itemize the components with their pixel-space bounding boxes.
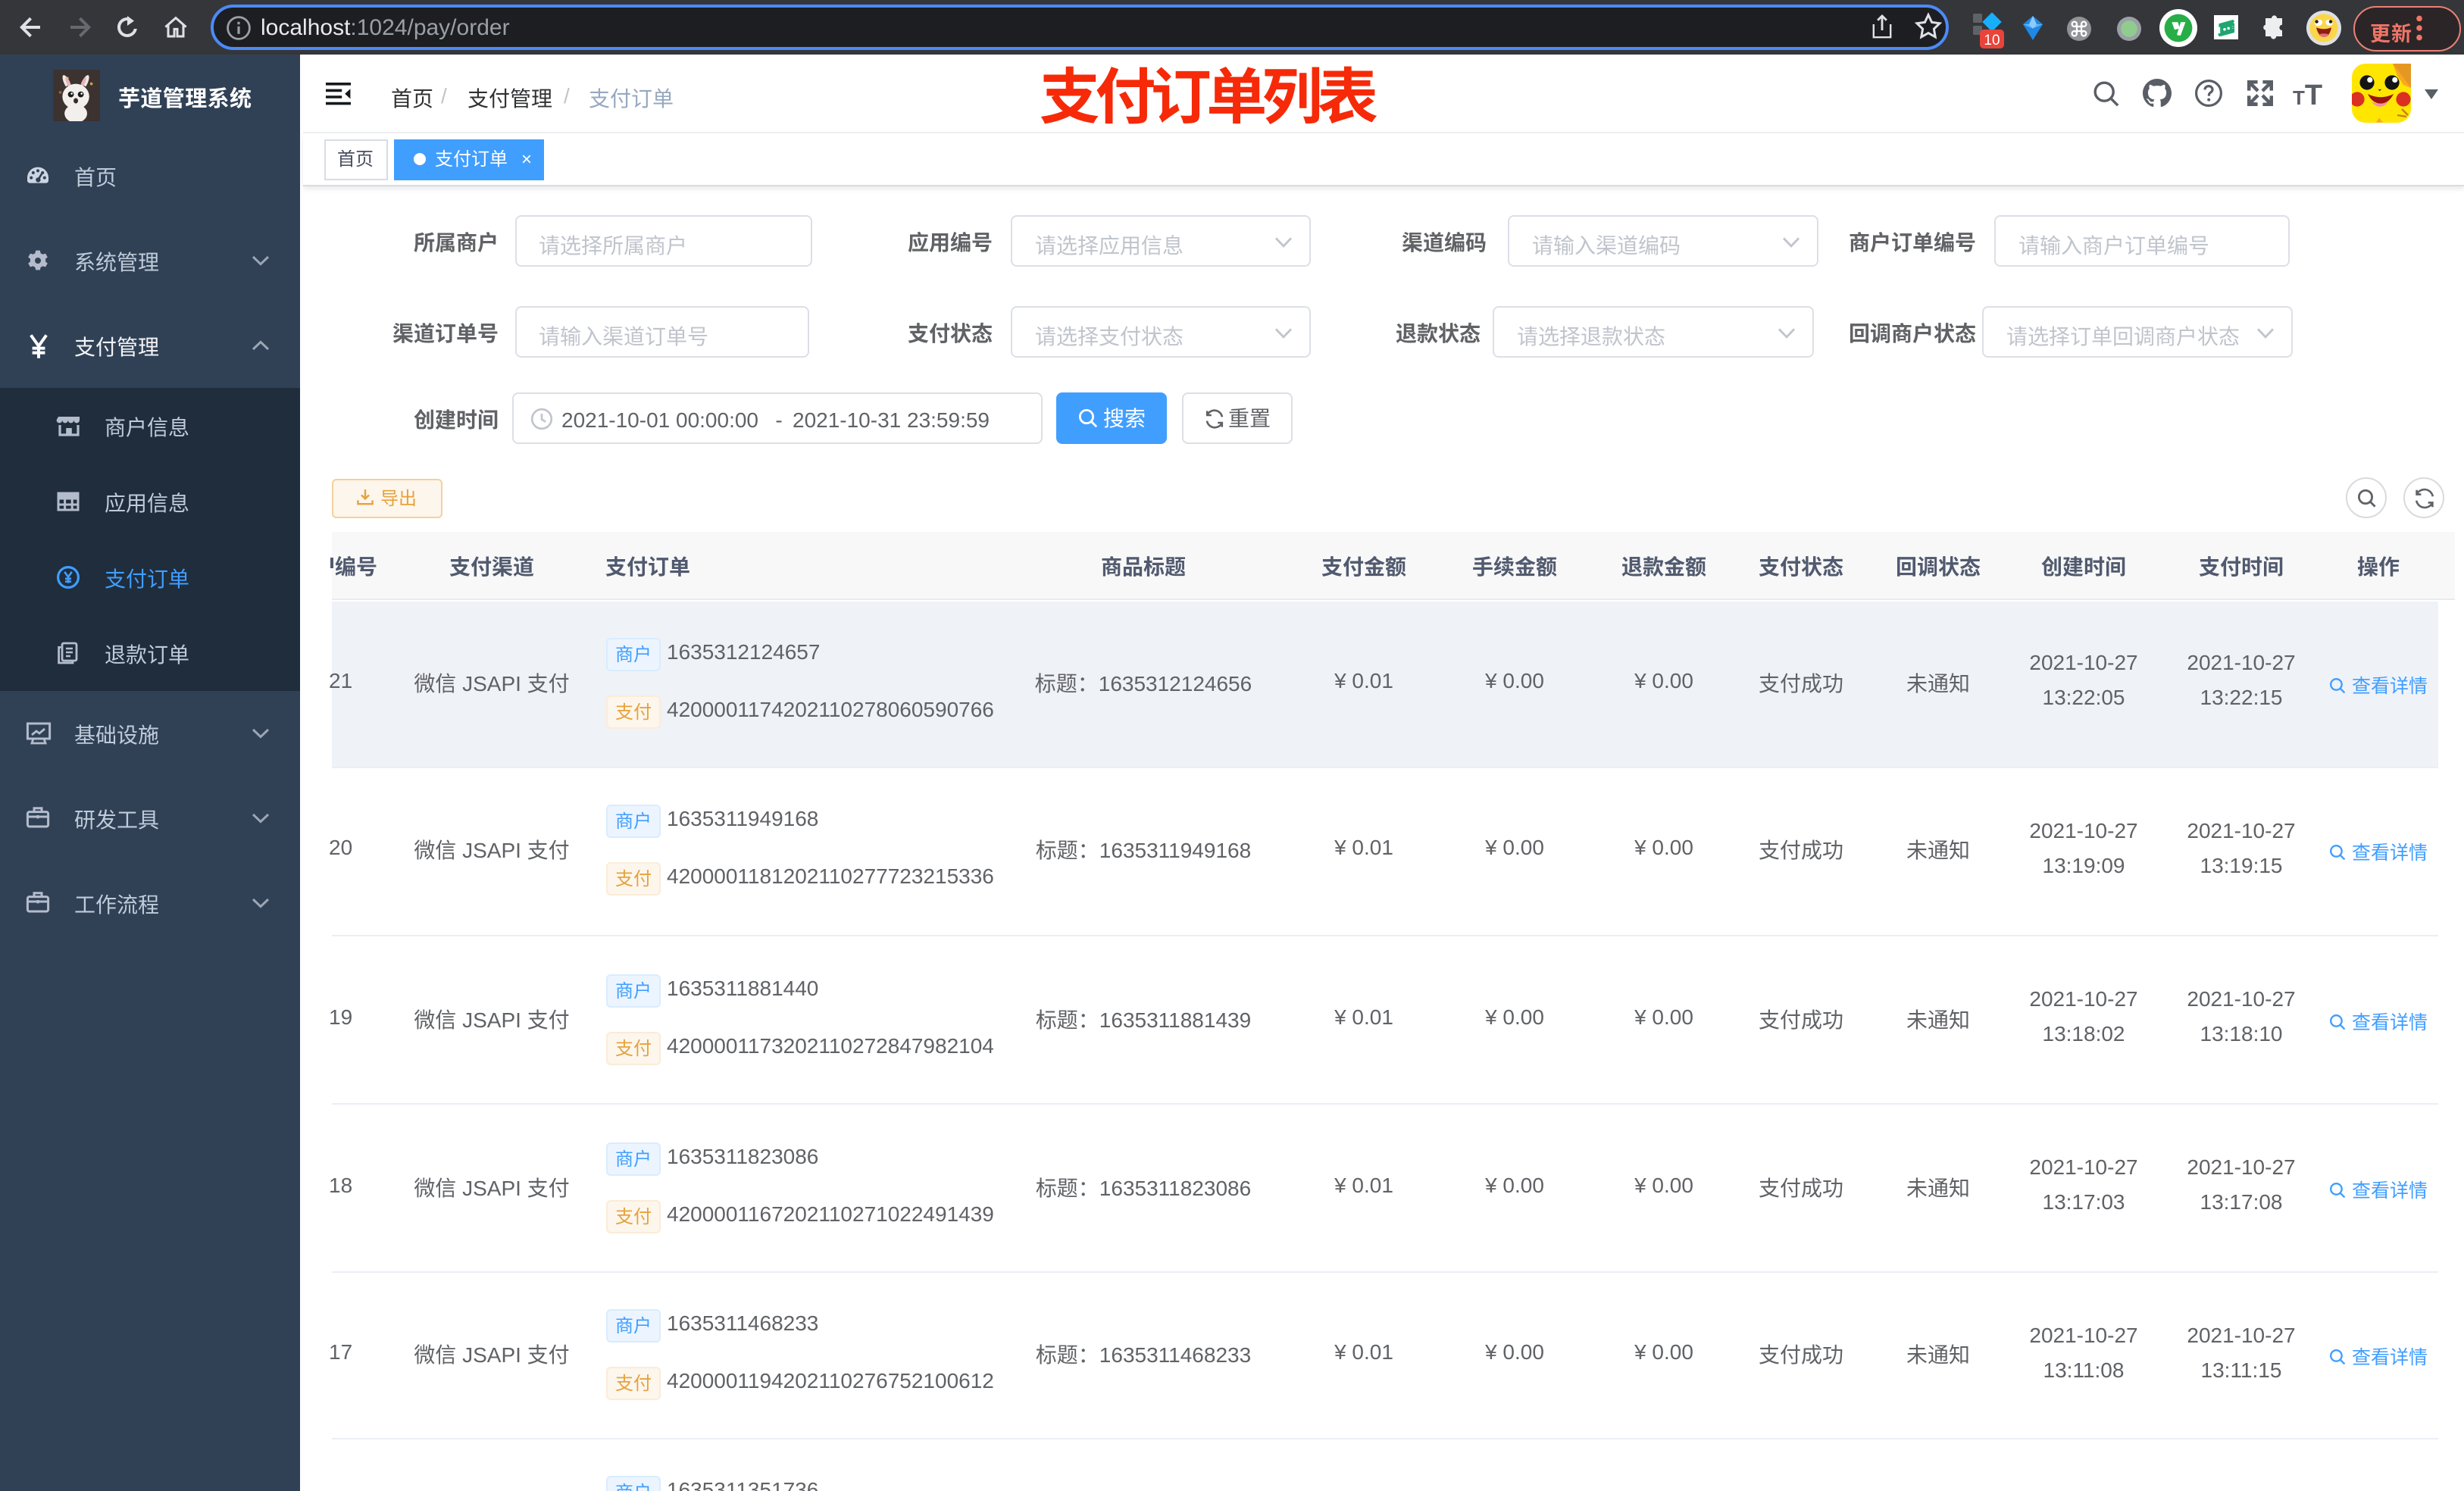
svg-text:10: 10 <box>1984 33 2000 48</box>
